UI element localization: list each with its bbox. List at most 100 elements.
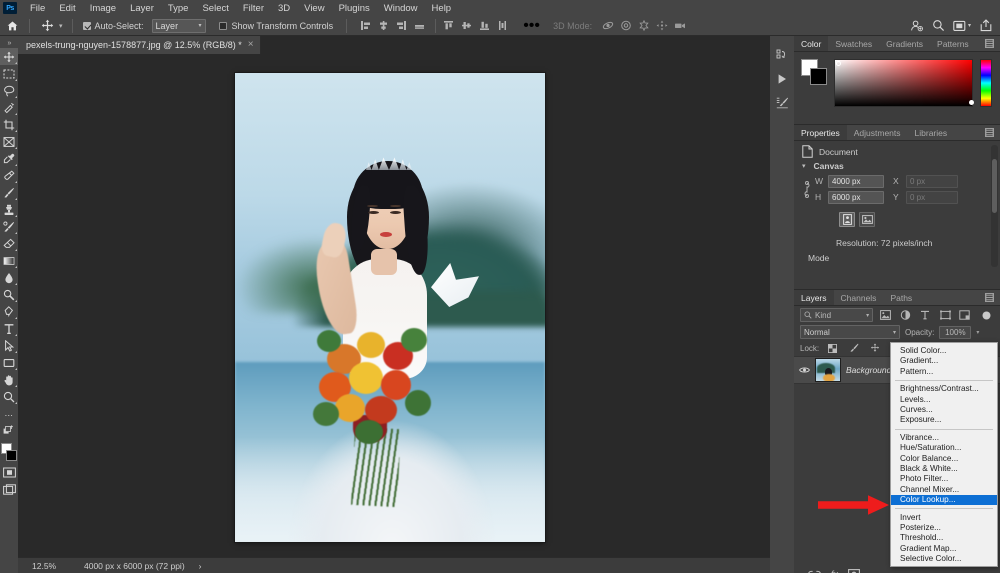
layer-name[interactable]: Background — [846, 365, 891, 375]
lock-image-pixels-icon[interactable] — [846, 341, 861, 356]
distribute-horizontal-centers-icon[interactable] — [495, 18, 510, 33]
menu-item-posterize[interactable]: Posterize... — [891, 523, 997, 533]
status-zoom-level[interactable]: 12.5% — [18, 561, 74, 571]
canvas-section-header[interactable]: ▾ Canvas — [794, 159, 1000, 173]
distribute-top-edges-icon[interactable] — [441, 18, 456, 33]
hand-tool[interactable] — [0, 371, 18, 388]
opacity-input[interactable]: 100% — [939, 325, 972, 339]
pen-tool[interactable] — [0, 303, 18, 320]
show-transform-controls-checkbox[interactable] — [218, 21, 227, 30]
3d-pan-icon[interactable] — [636, 18, 651, 33]
height-input[interactable]: 6000 px — [828, 190, 884, 204]
active-tool-move[interactable]: ▾ — [35, 19, 67, 32]
default-colors-icon[interactable] — [0, 422, 18, 439]
status-expand-arrow[interactable]: › — [185, 561, 202, 571]
filter-type-icon[interactable] — [918, 308, 933, 323]
menu-item-vibrance[interactable]: Vibrance... — [891, 433, 997, 443]
3d-roll-icon[interactable] — [618, 18, 633, 33]
color-picker-body[interactable] — [794, 52, 1000, 124]
menu-item-threshold[interactable]: Threshold... — [891, 533, 997, 543]
hue-slider[interactable] — [980, 59, 992, 107]
menu-item-type[interactable]: Type — [161, 0, 196, 16]
opacity-scrubber-icon[interactable]: ▾ — [976, 329, 979, 336]
menu-item-layer[interactable]: Layer — [123, 0, 161, 16]
spot-healing-brush-tool[interactable] — [0, 167, 18, 184]
chevron-down-icon[interactable]: ▾ — [59, 22, 63, 30]
menu-item-3d[interactable]: 3D — [271, 0, 297, 16]
menu-item-photo-filter[interactable]: Photo Filter... — [891, 474, 997, 484]
toolbar-collapse-button[interactable]: » — [0, 38, 18, 48]
eyedropper-tool[interactable] — [0, 150, 18, 167]
auto-select-checkbox[interactable] — [82, 21, 91, 30]
dodge-tool[interactable] — [0, 286, 18, 303]
blur-tool[interactable] — [0, 269, 18, 286]
clone-stamp-tool[interactable] — [0, 201, 18, 218]
3d-orbit-icon[interactable] — [600, 18, 615, 33]
screen-mode-icon[interactable] — [0, 481, 18, 498]
align-left-edges-icon[interactable] — [358, 18, 373, 33]
frame-tool[interactable] — [0, 133, 18, 150]
workspace-switcher-icon[interactable]: ▾ — [953, 20, 971, 32]
search-icon[interactable] — [931, 18, 946, 33]
add-layer-mask-icon[interactable] — [848, 569, 860, 573]
menu-item-color-balance[interactable]: Color Balance... — [891, 454, 997, 464]
more-options-button[interactable]: ••• — [523, 17, 540, 34]
align-right-edges-icon[interactable] — [394, 18, 409, 33]
background-color-swatch[interactable] — [810, 68, 827, 85]
color-ramp[interactable] — [834, 59, 974, 107]
tab-swatches[interactable]: Swatches — [828, 36, 879, 51]
lock-position-icon[interactable] — [867, 341, 882, 356]
brush-settings-panel-icon[interactable] — [772, 94, 792, 112]
menu-item-pattern[interactable]: Pattern... — [891, 367, 997, 377]
document-image[interactable] — [235, 73, 545, 542]
crop-tool[interactable] — [0, 116, 18, 133]
menu-item-image[interactable]: Image — [83, 0, 123, 16]
distribute-bottom-edges-icon[interactable] — [477, 18, 492, 33]
filter-pixel-icon[interactable] — [878, 308, 893, 323]
document-tab[interactable]: pexels-trung-nguyen-1578877.jpg @ 12.5% … — [18, 36, 261, 54]
foreground-background-color-picker[interactable] — [0, 442, 18, 464]
link-dimensions-icon[interactable] — [802, 173, 812, 205]
tab-gradients[interactable]: Gradients — [879, 36, 930, 51]
3d-camera-icon[interactable] — [672, 18, 687, 33]
x-input[interactable]: 0 px — [906, 174, 958, 188]
menu-item-gradient-map[interactable]: Gradient Map... — [891, 544, 997, 554]
3d-slide-icon[interactable] — [654, 18, 669, 33]
user-account-icon[interactable] — [909, 18, 924, 33]
chevron-down-icon[interactable]: ▾ — [802, 162, 806, 170]
color-panel-swatches[interactable] — [801, 59, 827, 85]
rectangular-marquee-tool[interactable] — [0, 65, 18, 82]
tab-adjustments[interactable]: Adjustments — [847, 125, 908, 140]
horizontal-type-tool[interactable] — [0, 320, 18, 337]
filter-shape-icon[interactable] — [938, 308, 953, 323]
menu-item-window[interactable]: Window — [377, 0, 425, 16]
menu-item-color-lookup[interactable]: Color Lookup... — [891, 495, 997, 506]
share-icon[interactable] — [978, 18, 993, 33]
y-input[interactable]: 0 px — [906, 190, 958, 204]
eraser-tool[interactable] — [0, 235, 18, 252]
panel-menu-icon[interactable] — [979, 290, 1000, 305]
panel-menu-icon[interactable] — [979, 125, 1000, 140]
menu-item-black-and-white[interactable]: Black & White... — [891, 464, 997, 474]
menu-item-selective-color[interactable]: Selective Color... — [891, 554, 997, 564]
history-panel-icon[interactable] — [772, 46, 792, 64]
menu-item-edit[interactable]: Edit — [52, 0, 82, 16]
menu-item-help[interactable]: Help — [425, 0, 459, 16]
tab-patterns[interactable]: Patterns — [930, 36, 976, 51]
rectangle-tool[interactable] — [0, 354, 18, 371]
menu-item-select[interactable]: Select — [195, 0, 235, 16]
filter-smart-object-icon[interactable] — [957, 308, 972, 323]
tab-libraries[interactable]: Libraries — [908, 125, 955, 140]
width-input[interactable]: 4000 px — [828, 174, 884, 188]
menu-item-solid-color[interactable]: Solid Color... — [891, 346, 997, 356]
menu-item-filter[interactable]: Filter — [236, 0, 271, 16]
filter-toggle-icon[interactable] — [979, 308, 994, 323]
history-brush-tool[interactable] — [0, 218, 18, 235]
menu-item-gradient[interactable]: Gradient... — [891, 356, 997, 366]
eye-icon[interactable] — [798, 366, 810, 374]
properties-scrollbar[interactable] — [991, 145, 998, 267]
auto-select-target-dropdown[interactable]: Layer ▾ — [151, 18, 206, 33]
gradient-tool[interactable] — [0, 252, 18, 269]
menu-item-file[interactable]: File — [23, 0, 52, 16]
distribute-vertical-centers-icon[interactable] — [459, 18, 474, 33]
